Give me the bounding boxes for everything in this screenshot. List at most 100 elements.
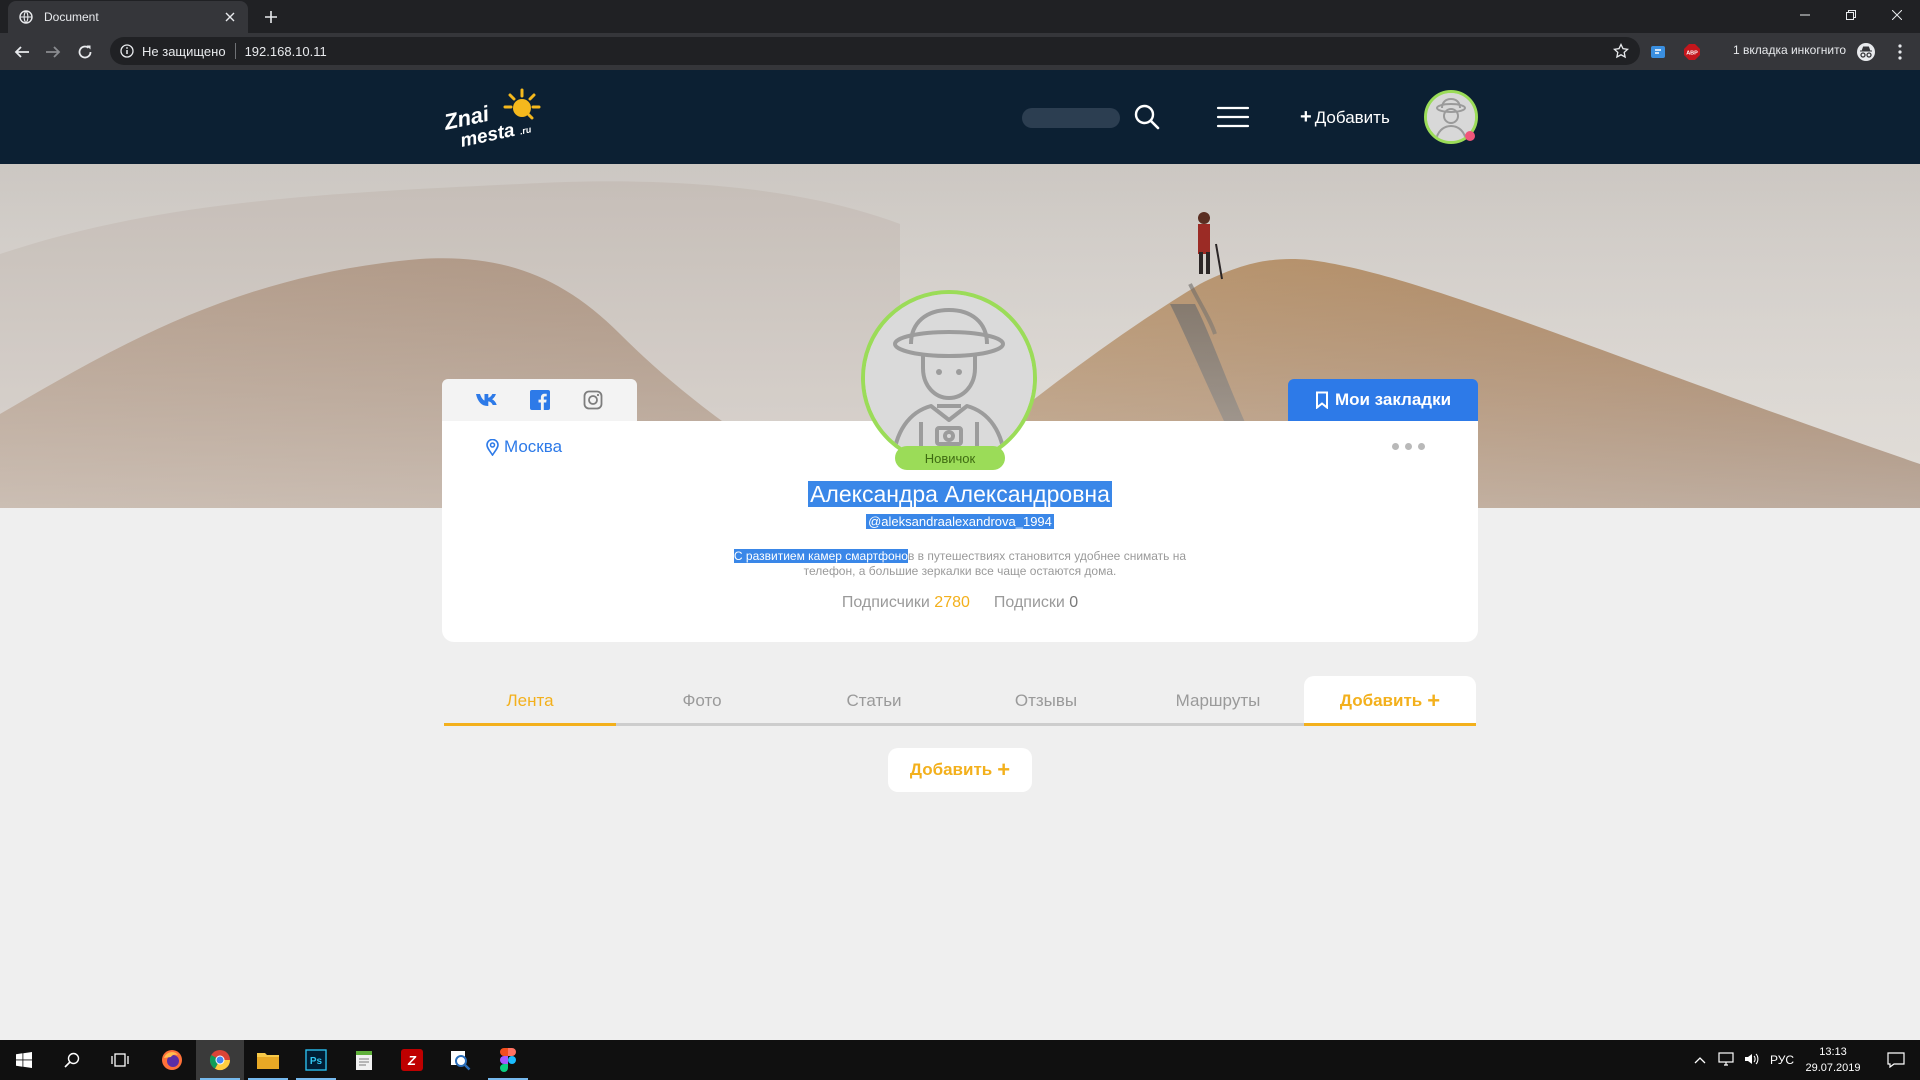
forward-button[interactable] <box>41 40 65 64</box>
clock[interactable]: 13:13 29.07.2019 <box>1800 1044 1866 1076</box>
tab-reviews[interactable]: Отзывы <box>960 676 1132 726</box>
restore-button[interactable] <box>1828 0 1874 30</box>
new-tab-button[interactable] <box>260 6 282 28</box>
browser-toolbar: Не защищено 192.168.10.11 ABP 1 вкладка … <box>0 33 1920 70</box>
volume-icon[interactable] <box>1744 1052 1760 1069</box>
adblock-icon[interactable]: ABP <box>1680 40 1704 64</box>
notepad-icon <box>356 1051 372 1070</box>
back-button[interactable] <box>10 40 34 64</box>
tab-add[interactable]: Добавить + <box>1304 676 1476 726</box>
svg-text:Ps: Ps <box>310 1056 323 1067</box>
clock-time: 13:13 <box>1819 1046 1847 1058</box>
profile-bio: С развитием камер смартфонов в путешеств… <box>712 549 1208 579</box>
star-icon[interactable] <box>1612 42 1630 60</box>
back-icon <box>14 46 29 58</box>
task-view-button[interactable] <box>96 1040 144 1080</box>
map-pin-icon <box>486 438 499 456</box>
site-logo[interactable]: Znai mesta .ru <box>441 86 546 152</box>
profile-tabs: Лента Фото Статьи Отзывы Маршруты Добави… <box>444 676 1476 726</box>
search-icon <box>64 1052 80 1068</box>
forward-icon <box>46 46 61 58</box>
network-icon[interactable] <box>1718 1051 1734 1069</box>
header-add-label: Добавить <box>1314 107 1390 127</box>
reload-icon <box>78 45 92 59</box>
file-explorer-app[interactable] <box>244 1040 292 1080</box>
firefox-app[interactable] <box>148 1040 196 1080</box>
chevron-up-icon[interactable] <box>1694 1053 1706 1067</box>
address-bar[interactable]: Не защищено 192.168.10.11 <box>110 37 1640 65</box>
instagram-icon[interactable] <box>580 387 606 413</box>
tab-articles[interactable]: Статьи <box>788 676 960 726</box>
tab-title: Document <box>44 10 99 24</box>
task-view-icon <box>111 1053 129 1067</box>
following-counter[interactable]: Подписки 0 <box>994 594 1078 612</box>
tab-photo[interactable]: Фото <box>616 676 788 726</box>
language-indicator[interactable]: РУС <box>1770 1053 1794 1067</box>
tab-feed[interactable]: Лента <box>444 676 616 726</box>
svg-text:Z: Z <box>407 1053 417 1068</box>
windows-start-button[interactable] <box>0 1040 48 1080</box>
chrome-app[interactable] <box>196 1040 244 1080</box>
folder-icon <box>257 1053 279 1069</box>
info-icon[interactable] <box>118 42 136 60</box>
extension-icon[interactable] <box>1646 40 1670 64</box>
close-icon[interactable] <box>222 9 238 25</box>
security-label: Не защищено <box>142 43 226 59</box>
bio-text-line-2: телефон, а большие зеркалки все чаще ост… <box>803 564 1117 578</box>
browser-tab[interactable]: Document <box>8 1 248 33</box>
followers-counter[interactable]: Подписчики 2780 <box>842 594 970 612</box>
zoomit-app[interactable] <box>436 1040 484 1080</box>
filezilla-app[interactable]: Z <box>388 1040 436 1080</box>
more-options-button[interactable] <box>1392 443 1425 450</box>
windows-icon <box>16 1052 32 1068</box>
bookmark-icon <box>1315 391 1328 409</box>
incognito-icon[interactable] <box>1854 40 1878 64</box>
restore-icon <box>1846 10 1856 20</box>
browser-tabstrip: Document <box>0 0 1920 33</box>
profile-name: Александра Александровна <box>808 481 1112 507</box>
plus-icon: + <box>1300 106 1312 128</box>
figma-app[interactable] <box>484 1040 532 1080</box>
my-bookmarks-button[interactable]: Мои закладки <box>1288 379 1478 421</box>
clock-date: 29.07.2019 <box>1805 1062 1861 1074</box>
social-links <box>442 379 637 421</box>
globe-icon <box>18 9 34 25</box>
vk-icon[interactable] <box>474 387 500 413</box>
plus-icon: + <box>997 757 1011 782</box>
header-add-button[interactable]: + Добавить <box>1300 106 1390 129</box>
action-center-button[interactable] <box>1872 1040 1920 1080</box>
notification-icon <box>1887 1052 1905 1068</box>
photoshop-app[interactable]: Ps <box>292 1040 340 1080</box>
notepad-app[interactable] <box>340 1040 388 1080</box>
menu-dots-icon[interactable] <box>1888 40 1912 64</box>
notification-dot <box>1465 131 1475 141</box>
svg-text:ABP: ABP <box>1686 51 1698 57</box>
location[interactable]: Москва <box>486 437 562 457</box>
filezilla-icon: Z <box>401 1049 423 1071</box>
bio-text: в в путешествиях становится удобнее сним… <box>907 549 1187 563</box>
tab-add-label: Добавить <box>1339 691 1423 710</box>
following-count: 0 <box>1069 594 1079 611</box>
plus-icon <box>265 11 277 23</box>
burger-icon[interactable] <box>1216 105 1250 129</box>
search-icon[interactable] <box>1133 103 1161 131</box>
location-label: Москва <box>504 437 563 456</box>
chrome-icon <box>209 1050 231 1071</box>
add-post-button[interactable]: Добавить + <box>888 748 1032 792</box>
system-tray: РУС <box>1694 1040 1794 1080</box>
profile-avatar[interactable] <box>861 290 1037 466</box>
reload-button[interactable] <box>73 40 97 64</box>
followers-count: 2780 <box>934 594 970 611</box>
tab-routes[interactable]: Маршруты <box>1132 676 1304 726</box>
windows-taskbar: Ps Z РУС 13:13 29.07.2019 <box>0 1040 1920 1080</box>
close-window-button[interactable] <box>1874 0 1920 30</box>
search-input[interactable] <box>1022 108 1120 128</box>
url-text[interactable]: 192.168.10.11 <box>245 44 327 59</box>
minimize-button[interactable] <box>1782 0 1828 30</box>
incognito-label: 1 вкладка инкогнито <box>1733 43 1847 57</box>
facebook-icon[interactable] <box>527 387 553 413</box>
search-taskbar-button[interactable] <box>48 1040 96 1080</box>
firefox-icon <box>162 1050 182 1070</box>
figma-icon <box>500 1048 516 1072</box>
profile-handle: @aleksandraalexandrova_1994 <box>866 514 1054 529</box>
